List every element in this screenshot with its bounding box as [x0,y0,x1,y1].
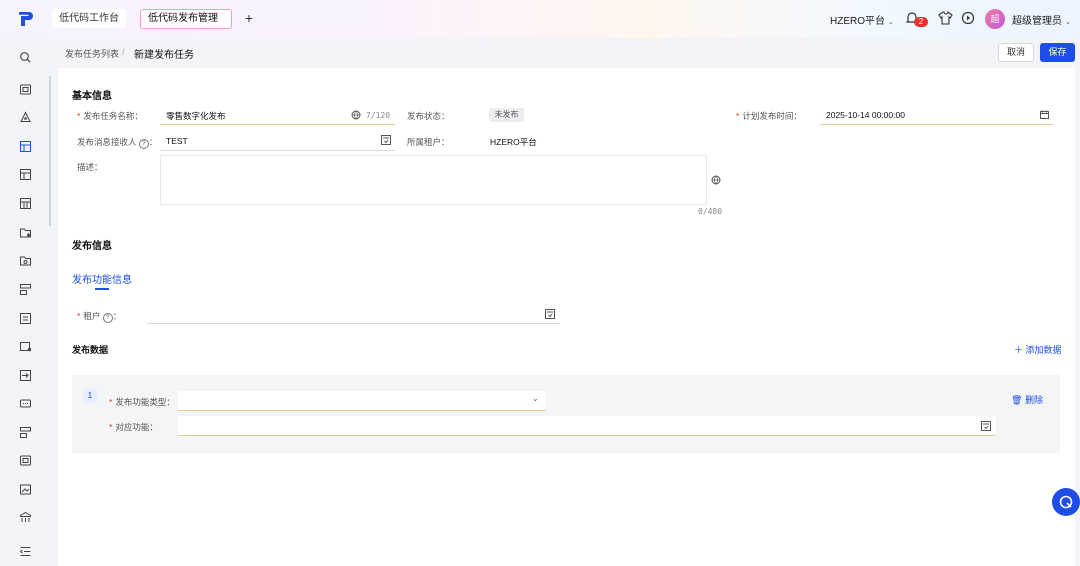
function-type-select[interactable] [178,391,546,411]
avatar[interactable]: 超 [985,9,1005,29]
function-label: * 对应功能： [109,422,158,432]
row-index: 1 [83,389,97,403]
task-name-counter: 7/120 [366,111,391,120]
cancel-button[interactable]: 取消 [998,43,1034,62]
menu-item-15-icon[interactable] [19,483,32,496]
chat-bot-icon [1059,495,1073,509]
description-label: 描述： [77,162,103,172]
save-button[interactable]: 保存 [1040,43,1075,62]
status-label: 发布状态： [407,111,450,121]
trash-icon: 🗑︎ [1011,395,1025,405]
add-data-button[interactable]: ＋ 添加数据 [1014,343,1062,356]
menu-item-14-icon[interactable] [19,454,32,467]
function-input[interactable] [178,416,996,436]
lookup-icon[interactable] [545,309,555,319]
menu-item-4-icon[interactable] [19,168,32,181]
play-circle-icon[interactable] [961,11,975,25]
publish-tenant-label: * 租户 ?： [77,311,122,323]
menu-item-1-icon[interactable] [19,83,32,96]
globe-icon[interactable] [711,175,721,185]
user-menu[interactable]: 超级管理员 ⌄ [1012,12,1071,27]
chevron-down-icon[interactable]: ⌄ [532,394,539,403]
search-icon[interactable] [19,51,32,64]
notification-badge: 2 [914,17,928,27]
description-counter: 0/480 [698,207,723,216]
basic-info-title: 基本信息 [72,91,112,102]
menu-item-9-icon[interactable] [19,312,32,325]
function-type-label: * 发布功能类型： [109,397,175,407]
task-name-value: 零售数字化发布 [166,111,226,121]
menu-item-7-icon[interactable] [19,254,32,267]
menu-item-6-icon[interactable] [19,226,32,239]
menu-item-5-icon[interactable] [19,197,32,210]
breadcrumb-parent-link[interactable]: 发布任务列表 [65,47,119,60]
tab-publish-function-info[interactable]: 发布功能信息 [72,271,132,286]
chevron-down-icon: ⌄ [1065,19,1071,26]
help-icon[interactable]: ? [138,139,149,149]
app-logo-icon[interactable] [17,10,35,28]
page-title: 新建发布任务 [134,50,194,61]
menu-item-16-icon[interactable] [19,511,32,524]
menu-item-13-icon[interactable] [19,426,32,439]
breadcrumb-separator: / [122,47,125,57]
task-name-label: * 发布任务名称： [77,111,143,121]
publish-info-title: 发布信息 [72,241,112,252]
menu-item-11-icon[interactable] [19,369,32,382]
help-icon[interactable]: ? [102,313,113,323]
menu-item-3-icon[interactable] [19,140,32,153]
active-tab-indicator [95,288,109,290]
collapse-sidebar-icon[interactable] [19,545,32,558]
menu-item-2-icon[interactable] [19,111,32,124]
tenant-label: 所属租户： [407,137,450,147]
chevron-down-icon: ⌄ [888,19,894,26]
tenant-switcher[interactable]: HZERO平台 ⌄ [830,12,894,27]
publish-data-row [72,375,1060,453]
add-tab-button[interactable]: + [241,9,257,27]
assistant-float-button[interactable] [1052,488,1080,516]
tab-lowcode-publish[interactable]: 低代码发布管理 [140,9,232,29]
plan-time-label: * 计划发布时间： [736,111,802,121]
lookup-icon[interactable] [381,135,391,145]
lookup-icon[interactable] [981,421,991,431]
breadcrumb [58,38,1075,68]
plus-icon: ＋ [1014,345,1026,355]
globe-icon[interactable] [351,110,361,120]
receiver-value: TEST [166,136,188,146]
description-textarea[interactable] [160,155,707,205]
delete-row-button[interactable]: 🗑︎ 删除 [1011,393,1043,406]
status-badge: 未发布 [489,108,524,122]
shirt-icon[interactable] [938,11,953,25]
username: 超级管理员 [1012,16,1062,27]
sidebar-scrollbar[interactable] [49,76,51,226]
publish-data-title: 发布数据 [72,345,109,355]
calendar-icon[interactable] [1040,110,1049,119]
tab-lowcode-workbench[interactable]: 低代码工作台 [52,9,126,28]
menu-item-12-icon[interactable] [19,397,32,410]
receiver-input[interactable] [160,130,395,151]
plan-time-value: 2025-10-14 00:00:00 [826,110,905,120]
menu-item-8-icon[interactable] [19,283,32,296]
tenant-value: HZERO平台 [490,137,537,147]
menu-item-10-icon[interactable] [19,340,32,353]
receiver-label: 发布消息接收人 ?： [77,137,158,149]
tenant-name: HZERO平台 [830,16,885,27]
publish-tenant-input[interactable] [147,304,560,324]
